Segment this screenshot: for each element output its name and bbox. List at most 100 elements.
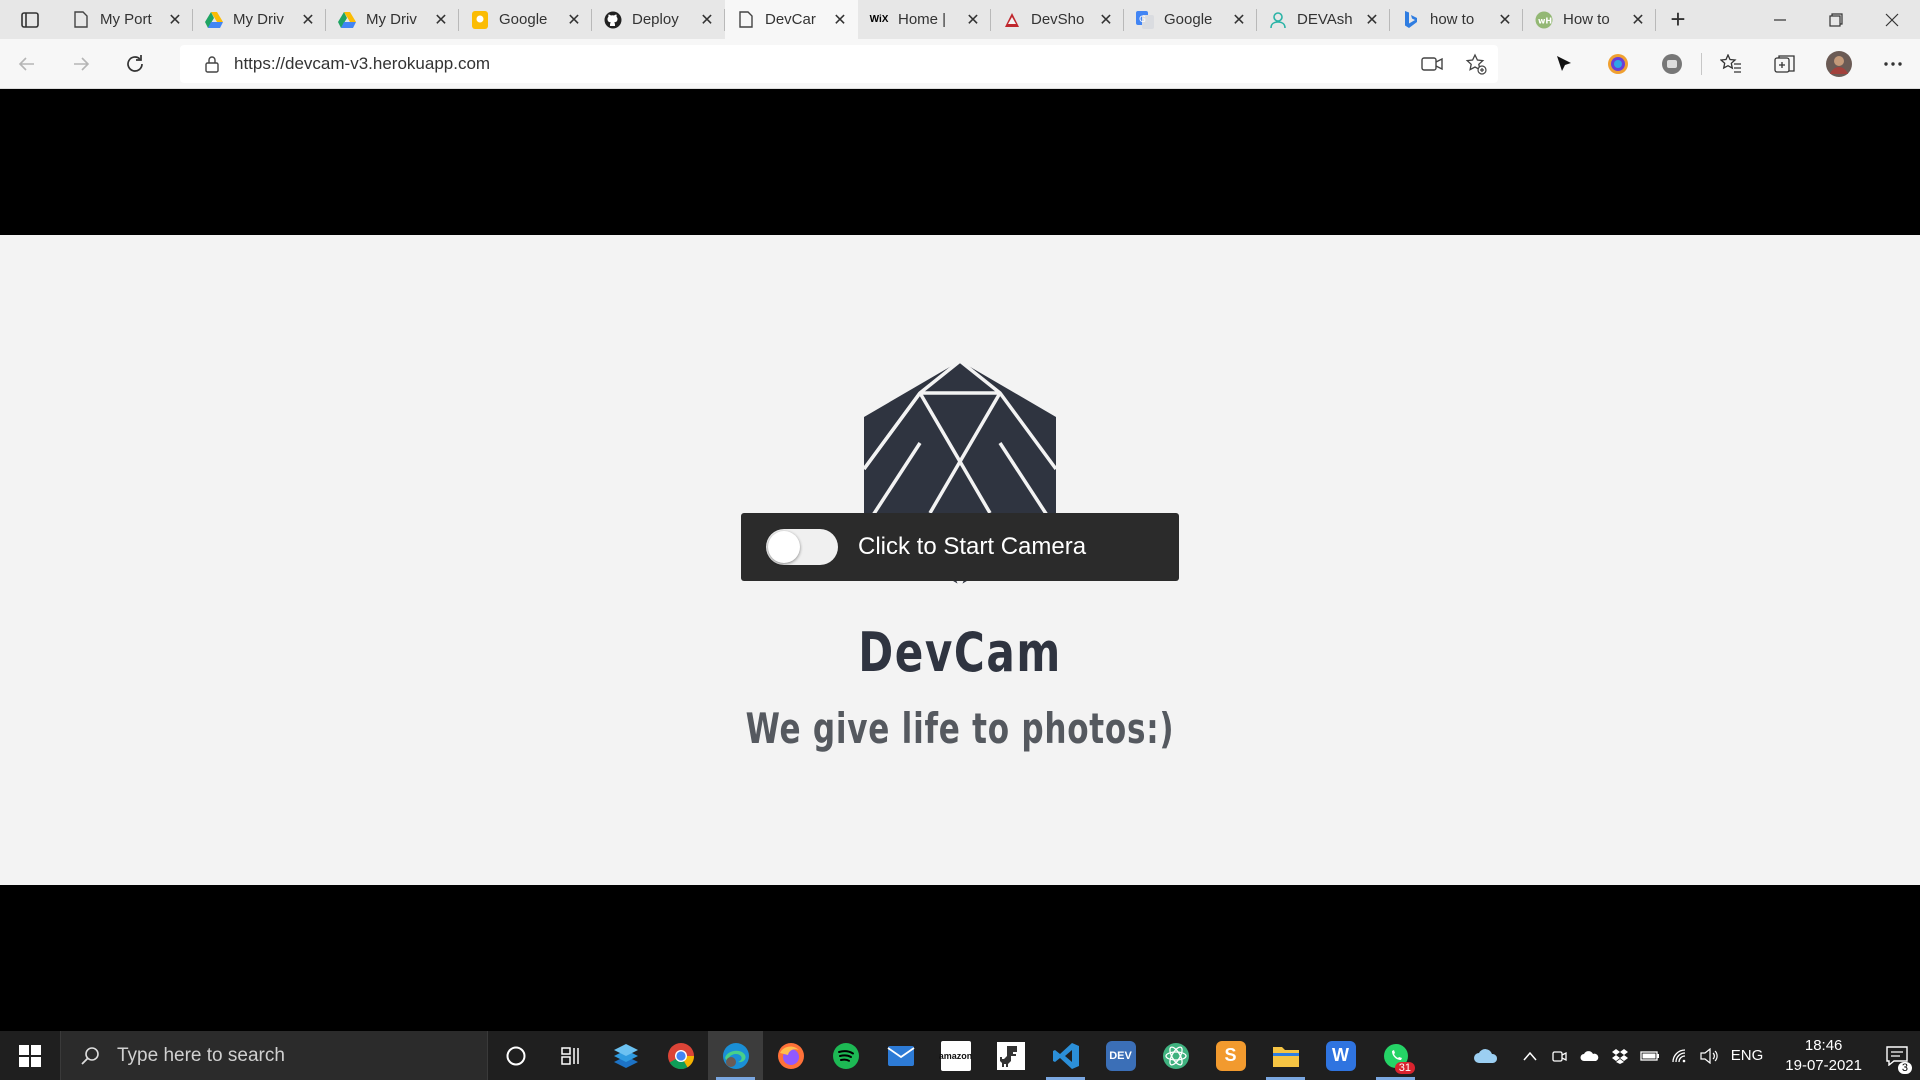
taskbar-app-wps[interactable]: W — [1313, 1031, 1368, 1080]
wifi-icon[interactable] — [1665, 1048, 1695, 1064]
restore-button[interactable] — [1808, 0, 1864, 39]
taskbar-app-amazon[interactable]: amazon — [928, 1031, 983, 1080]
start-camera-toggle[interactable]: Click to Start Camera — [741, 513, 1179, 581]
taskbar-app-sublime[interactable]: S — [1203, 1031, 1258, 1080]
tab[interactable]: DEVAsh ✕ — [1257, 0, 1390, 39]
meet-now-icon[interactable] — [1545, 1048, 1575, 1064]
color-extension-icon[interactable] — [1591, 44, 1645, 84]
tab-close-button[interactable]: ✕ — [697, 10, 717, 30]
back-button[interactable] — [0, 44, 54, 84]
volume-icon[interactable] — [1695, 1047, 1725, 1064]
tab[interactable]: how to ✕ — [1390, 0, 1523, 39]
start-camera-label: Click to Start Camera — [858, 533, 1087, 560]
refresh-button[interactable] — [108, 44, 162, 84]
task-view-button[interactable] — [543, 1031, 598, 1080]
tab[interactable]: My Port ✕ — [60, 0, 193, 39]
google-drive-icon — [205, 11, 223, 29]
tab-active[interactable]: DevCar ✕ — [725, 0, 858, 39]
tab-close-button[interactable]: ✕ — [1495, 10, 1515, 30]
onedrive-icon[interactable] — [1575, 1050, 1605, 1062]
tab-actions-button[interactable] — [0, 0, 60, 39]
chevron-up-icon[interactable] — [1515, 1051, 1545, 1061]
taskbar-app-dino[interactable] — [983, 1031, 1038, 1080]
cortana-button[interactable] — [488, 1031, 543, 1080]
taskbar-app-explorer[interactable] — [1258, 1031, 1313, 1080]
minimize-button[interactable] — [1752, 0, 1808, 39]
language-indicator[interactable]: ENG — [1731, 1047, 1764, 1064]
forward-button[interactable] — [54, 44, 108, 84]
arrow-right-icon — [74, 56, 90, 71]
favorites-icon[interactable] — [1704, 44, 1758, 84]
bottom-black-band — [0, 885, 1920, 1031]
wps-icon: W — [1325, 1040, 1356, 1071]
brand-title: DevCam — [858, 621, 1062, 684]
dino-game-icon — [996, 1041, 1025, 1070]
clock-time: 18:46 — [1804, 1036, 1843, 1054]
notification-count: 3 — [1897, 1062, 1912, 1074]
taskbar-app-firefox[interactable] — [763, 1031, 818, 1080]
tab-title: Deploy — [632, 11, 679, 28]
amazon-icon: amazon — [939, 1040, 972, 1071]
tab[interactable]: Deploy ✕ — [592, 0, 725, 39]
svg-text:wH: wH — [1538, 16, 1552, 25]
taskbar-app-spotify[interactable] — [818, 1031, 873, 1080]
toggle-switch[interactable] — [766, 529, 838, 565]
taskbar-search[interactable] — [60, 1031, 488, 1080]
battery-icon[interactable] — [1635, 1050, 1665, 1062]
tab-title: Google — [499, 11, 548, 28]
edge-icon — [722, 1042, 749, 1069]
video-camera-icon[interactable] — [1410, 56, 1454, 72]
tab[interactable]: My Driv ✕ — [193, 0, 326, 39]
action-center-button[interactable]: 3 — [1874, 1031, 1920, 1080]
tab-close-button[interactable]: ✕ — [165, 10, 185, 30]
tab[interactable]: Google ✕ — [459, 0, 592, 39]
taskbar-app-vscode[interactable] — [1038, 1031, 1093, 1080]
taskbar-app-dev[interactable]: DEV — [1093, 1031, 1148, 1080]
cursor-extension-icon[interactable] — [1537, 44, 1591, 84]
tab-close-button[interactable]: ✕ — [830, 10, 850, 30]
tab[interactable]: G Google ✕ — [1124, 0, 1257, 39]
add-favorite-icon[interactable] — [1454, 53, 1498, 75]
tab-close-button[interactable]: ✕ — [298, 10, 318, 30]
extensions-bar — [1537, 39, 1920, 89]
profile-avatar[interactable] — [1812, 44, 1866, 84]
more-menu-icon[interactable] — [1866, 44, 1920, 84]
start-button[interactable] — [0, 1031, 60, 1080]
tab-strip: My Port ✕ My Driv ✕ My Driv ✕ Google ✕ D… — [0, 0, 1920, 39]
firefox-icon — [777, 1042, 804, 1069]
search-input[interactable] — [115, 1043, 449, 1068]
page-icon — [72, 11, 90, 29]
dropbox-icon[interactable] — [1605, 1048, 1635, 1064]
record-extension-icon[interactable] — [1645, 44, 1699, 84]
taskbar-app-atom[interactable] — [1148, 1031, 1203, 1080]
taskbar-app-chrome[interactable] — [653, 1031, 708, 1080]
system-tray: ENG 18:46 19-07-2021 3 — [1471, 1031, 1920, 1080]
tab-actions-icon — [21, 11, 39, 28]
tab[interactable]: WiX Home | ✕ — [858, 0, 991, 39]
close-window-button[interactable] — [1864, 0, 1920, 39]
tab[interactable]: wH How to ✕ — [1523, 0, 1656, 39]
tab-title: DEVAsh — [1297, 11, 1353, 28]
collections-icon[interactable] — [1758, 44, 1812, 84]
minimize-icon — [1774, 18, 1786, 21]
url-text[interactable]: https://devcam-v3.herokuapp.com — [234, 54, 1410, 74]
tab-close-button[interactable]: ✕ — [963, 10, 983, 30]
address-bar[interactable]: https://devcam-v3.herokuapp.com — [180, 45, 1498, 83]
taskbar-app[interactable] — [598, 1031, 653, 1080]
cloud-app-icon[interactable] — [1471, 1047, 1501, 1065]
tab-close-button[interactable]: ✕ — [564, 10, 584, 30]
taskbar-app-whatsapp[interactable]: 31 — [1368, 1031, 1423, 1080]
clock[interactable]: 18:46 19-07-2021 — [1785, 1036, 1862, 1076]
taskbar-app-edge[interactable] — [708, 1031, 763, 1080]
tab-close-button[interactable]: ✕ — [1229, 10, 1249, 30]
tab-close-button[interactable]: ✕ — [1362, 10, 1382, 30]
taskbar-app-mail[interactable] — [873, 1031, 928, 1080]
whatsapp-badge: 31 — [1394, 1062, 1415, 1074]
new-tab-button[interactable]: + — [1656, 0, 1700, 39]
tab[interactable]: My Driv ✕ — [326, 0, 459, 39]
github-icon — [604, 11, 622, 29]
tab[interactable]: DevSho ✕ — [991, 0, 1124, 39]
tab-close-button[interactable]: ✕ — [1628, 10, 1648, 30]
tab-close-button[interactable]: ✕ — [1096, 10, 1116, 30]
tab-close-button[interactable]: ✕ — [431, 10, 451, 30]
